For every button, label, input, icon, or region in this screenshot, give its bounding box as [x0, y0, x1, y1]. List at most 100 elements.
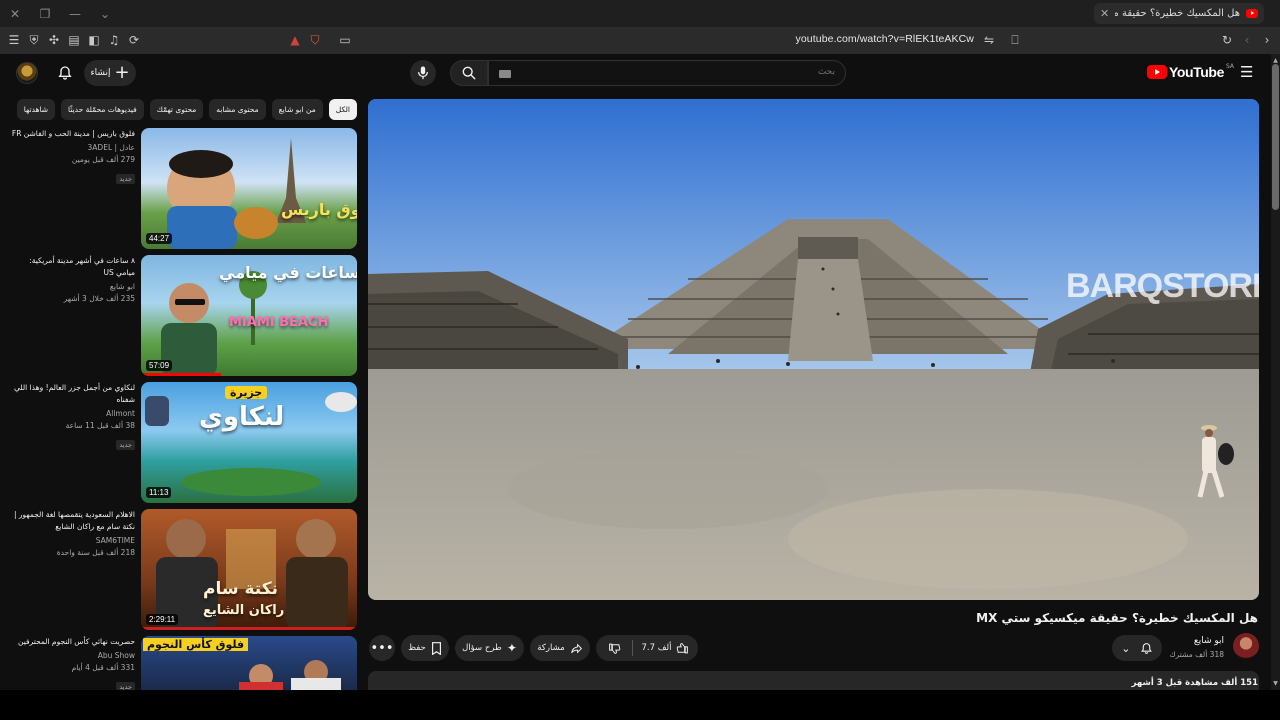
video-title[interactable]: فلوق باريس | مدينة الحب و الفاشن FR	[10, 128, 135, 140]
thumbnail-caption: فلوق كأس النجوم	[143, 638, 249, 651]
tab-title: هل المكسيك خطيرة؟ حقيقة ميكسيكو	[1115, 8, 1240, 19]
description-box[interactable]	[368, 671, 1259, 691]
more-horizontal-icon: •••	[370, 640, 394, 656]
video-meta: 235 ألف خلال 3 أشهر	[63, 294, 135, 303]
tab-list-chevron-icon[interactable]: ⌄	[90, 0, 120, 27]
recommended-video[interactable]: 8 ساعات في ميامي MIAMI BEACH 57:09 ٨ ساع…	[8, 255, 357, 377]
recommended-video[interactable]: جزيرة لنكاوي 11:13 لنكاوي من أجمل جزر ال…	[8, 382, 357, 504]
search-button[interactable]	[450, 60, 488, 86]
music-icon[interactable]: ♫	[107, 33, 121, 47]
video-title: هل المكسيك خطيرة؟ حقيقة ميكسيكو ستي MX	[976, 611, 1258, 625]
view-count-and-date: 151 ألف مشاهدة قبل 3 أشهر	[1131, 678, 1258, 688]
video-info: حصريت نهائي كأس النجوم المحترفين Abu Sho…	[10, 636, 135, 690]
video-player[interactable]: BARQSTORE	[368, 99, 1259, 600]
video-title[interactable]: ٨ ساعات في أشهر مدينة أمريكية: ميامي US	[10, 255, 135, 279]
voice-search-button[interactable]	[410, 60, 436, 86]
recommended-video[interactable]: نكتة سام راكان الشايع 2:29:11 الاهلام ال…	[8, 509, 357, 631]
extension-icon[interactable]: ✣	[47, 33, 61, 47]
url-text[interactable]: youtube.com/watch?v=RlEK1teAKCw	[796, 33, 974, 45]
cast-icon[interactable]: ▭	[338, 33, 352, 47]
thumbnail-subcaption: راكان الشايع	[203, 603, 285, 618]
chip-watched[interactable]: شاهدتها	[16, 99, 56, 120]
share-icon	[570, 643, 582, 653]
ask-label: طرح سؤال	[462, 643, 502, 653]
channel-name[interactable]: ابو شايع	[1194, 636, 1224, 646]
video-thumbnail[interactable]: فلوق كأس النجوم	[141, 636, 357, 690]
site-settings-icon[interactable]: ⇋	[982, 33, 996, 47]
chip-similar[interactable]: محتوى مشابه	[209, 99, 266, 120]
menu-icon[interactable]: ☰	[7, 33, 21, 47]
channel-name[interactable]: Allmont	[10, 408, 135, 419]
channel-name[interactable]: عادل | 3ADEL	[10, 142, 135, 153]
channel-name[interactable]: ابو شايع	[10, 281, 135, 292]
thumbs-down-icon	[608, 643, 620, 654]
thumbnail-caption: 8 ساعات في ميامي	[219, 263, 357, 282]
minimize-window-icon[interactable]: —	[60, 0, 90, 27]
bookmark-icon[interactable]: ⎕	[1008, 33, 1022, 47]
video-thumbnail[interactable]: 8 ساعات في ميامي MIAMI BEACH 57:09	[141, 255, 357, 376]
screen-bottom-bar	[0, 690, 1280, 720]
plus-icon: +	[114, 62, 130, 83]
bell-icon	[1140, 642, 1152, 654]
like-button[interactable]: 7.7 ألف	[638, 642, 693, 655]
thumbnail-art	[167, 138, 306, 249]
search-box[interactable]	[488, 60, 846, 86]
back-icon[interactable]: ›	[1260, 33, 1274, 47]
chip-recently-uploaded[interactable]: فيديوهات محمّلة حديثًا	[61, 99, 144, 120]
video-watermark: BARQSTORE	[1066, 267, 1259, 305]
sidebar-icon[interactable]: ◧	[87, 33, 101, 47]
recommended-video[interactable]: فلوق كأس النجوم حصريت نهائي كأس النجوم ا…	[8, 636, 357, 690]
channel-avatar[interactable]	[1233, 633, 1259, 659]
brave-shields-icon[interactable]: ⛉	[308, 33, 322, 47]
recommended-video[interactable]: فلوق باريس 44:27 فلوق باريس | مدينة الحب…	[8, 128, 357, 250]
video-info: ٨ ساعات في أشهر مدينة أمريكية: ميامي US …	[10, 255, 135, 305]
ask-button[interactable]: طرح سؤال ✦	[455, 635, 524, 661]
guide-menu-icon[interactable]: ☰	[1240, 64, 1256, 80]
watch-progress-bar	[141, 627, 357, 630]
brave-rewards-icon[interactable]: ▲	[288, 33, 302, 47]
chip-for-you[interactable]: محتوى تهمّك	[149, 99, 204, 120]
forward-icon[interactable]: ‹	[1240, 33, 1254, 47]
like-dislike-group: 7.7 ألف	[596, 635, 698, 661]
subscribed-button[interactable]: ⌄	[1112, 635, 1162, 661]
video-info: فلوق باريس | مدينة الحب و الفاشن FR عادل…	[10, 128, 135, 185]
video-thumbnail[interactable]: نكتة سام راكان الشايع 2:29:11	[141, 509, 357, 630]
create-button[interactable]: إنشاء +	[84, 60, 136, 86]
youtube-logo[interactable]: YouTube SA	[1146, 63, 1234, 80]
save-button[interactable]: حفظ	[401, 635, 449, 661]
share-button[interactable]: مشاركة	[530, 635, 590, 661]
notifications-button[interactable]	[54, 62, 76, 84]
dislike-button[interactable]	[602, 642, 627, 655]
channel-name[interactable]: SAM6TIME	[10, 535, 135, 546]
like-count: 7.7 ألف	[641, 643, 672, 653]
new-badge: جديد	[116, 174, 135, 184]
scroll-down-icon[interactable]: ▼	[1271, 679, 1280, 688]
browser-tab[interactable]: هل المكسيك خطيرة؟ حقيقة ميكسيكو ✕	[1094, 3, 1264, 24]
video-meta: 38 ألف قبل 11 ساعة	[65, 421, 135, 430]
microphone-icon	[417, 66, 429, 80]
related-filter-chips: الكل من ابو شايع محتوى مشابه محتوى تهمّك…	[16, 99, 357, 120]
video-title[interactable]: حصريت نهائي كأس النجوم المحترفين	[10, 636, 135, 648]
close-window-icon[interactable]: ✕	[0, 0, 30, 27]
more-actions-button[interactable]: •••	[369, 635, 395, 661]
account-avatar[interactable]	[16, 62, 38, 84]
chip-all[interactable]: الكل	[328, 99, 357, 120]
puzzle-icon[interactable]: ⟳	[127, 33, 141, 47]
thumbnail-caption: فلوق باريس	[281, 200, 357, 219]
keyboard-icon[interactable]	[499, 70, 511, 78]
search-input[interactable]	[515, 67, 835, 77]
video-thumbnail[interactable]: جزيرة لنكاوي 11:13	[141, 382, 357, 503]
channel-name[interactable]: Abu Show	[10, 650, 135, 661]
sparkle-icon: ✦	[506, 641, 517, 655]
maximize-window-icon[interactable]: ❐	[30, 0, 60, 27]
chip-from-channel[interactable]: من ابو شايع	[271, 99, 323, 120]
scrollbar-thumb[interactable]	[1272, 64, 1279, 210]
shield-icon[interactable]: ⛨	[27, 33, 41, 47]
video-thumbnail[interactable]: فلوق باريس 44:27	[141, 128, 357, 249]
reload-icon[interactable]: ↻	[1220, 33, 1234, 47]
video-title[interactable]: الاهلام السعودية يتقمصها لغة الجمهور | ن…	[10, 509, 135, 533]
tab-close-icon[interactable]: ✕	[1100, 7, 1109, 20]
video-title[interactable]: لنكاوي من أجمل جزر العالم! وهذا اللي شفن…	[10, 382, 135, 406]
tabs-icon[interactable]: ▤	[67, 33, 81, 47]
thumbs-up-icon	[676, 642, 688, 653]
